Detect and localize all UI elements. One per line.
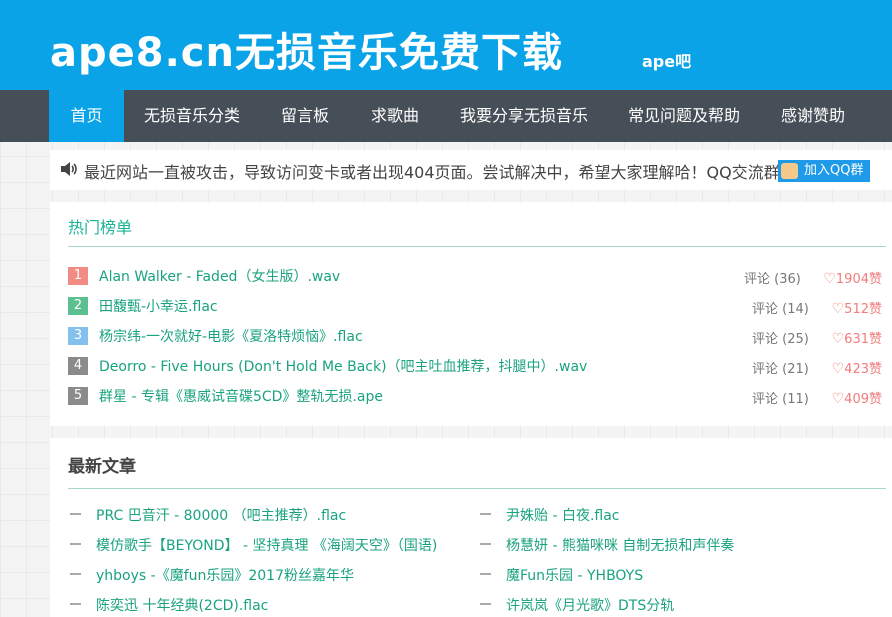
nav-item-share[interactable]: 我要分享无损音乐	[440, 90, 608, 142]
notice-bar: 最近网站一直被攻击，导致访问变卡或者出现404页面。尝试解决中，希望大家理解哈！…	[50, 150, 892, 190]
like-button[interactable]: ♡423赞	[832, 358, 882, 377]
comment-count[interactable]: 评论 (11)	[752, 388, 809, 407]
hot-list-panel: 热门榜单 1 Alan Walker - Faded（女生版）.wav 评论 (…	[50, 202, 892, 426]
heart-icon: ♡	[831, 361, 845, 377]
hot-song-link[interactable]: 群星 - 专辑《惠威试音碟5CD》整轨无损.ape	[99, 386, 383, 406]
like-count: 631赞	[844, 332, 882, 347]
comment-count[interactable]: 评论 (21)	[752, 358, 809, 377]
site-header: ape8.cn无损音乐免费下载 ape吧	[0, 0, 892, 90]
dash-icon	[70, 513, 81, 515]
rank-badge: 4	[68, 357, 88, 375]
hot-row: 2 田馥甄-小幸运.flac 评论 (14) ♡512赞	[68, 295, 882, 317]
hot-song-link[interactable]: Deorro - Five Hours (Don't Hold Me Back)…	[99, 356, 587, 376]
article-link[interactable]: 许岚岚《月光歌》DTS分轨	[506, 595, 674, 615]
like-count: 512赞	[844, 302, 882, 317]
speaker-icon	[61, 162, 77, 176]
hot-song-link[interactable]: Alan Walker - Faded（女生版）.wav	[99, 266, 340, 286]
comment-count[interactable]: 评论 (36)	[744, 268, 801, 287]
latest-articles-panel: 最新文章 PRC 巴音汗 - 80000 （吧主推荐）.flac 模仿歌手【BE…	[50, 438, 892, 617]
comment-count[interactable]: 评论 (14)	[752, 298, 809, 317]
article-link[interactable]: 杨慧妍 - 熊猫咪咪 自制无损和声伴奏	[506, 535, 734, 555]
rank-badge: 2	[68, 297, 88, 315]
article-link[interactable]: PRC 巴音汗 - 80000 （吧主推荐）.flac	[96, 505, 346, 525]
latest-articles-title: 最新文章	[68, 457, 136, 477]
qq-group-icon	[781, 163, 798, 179]
join-qq-label: 加入QQ群	[804, 163, 864, 178]
hot-row: 3 杨宗纬-一次就好-电影《夏洛特烦恼》.flac 评论 (25) ♡631赞	[68, 325, 882, 347]
heart-icon: ♡	[831, 331, 845, 347]
nav-item-home[interactable]: 首页	[49, 90, 124, 142]
rank-badge: 5	[68, 387, 88, 405]
nav-item-categories[interactable]: 无损音乐分类	[124, 90, 260, 142]
like-count: 1904赞	[835, 272, 882, 287]
heart-icon: ♡	[831, 301, 845, 317]
nav-item-request[interactable]: 求歌曲	[350, 90, 440, 142]
dash-icon	[70, 543, 81, 545]
like-button[interactable]: ♡512赞	[832, 298, 882, 317]
site-title[interactable]: ape8.cn无损音乐免费下载	[50, 20, 563, 78]
hot-row: 5 群星 - 专辑《惠威试音碟5CD》整轨无损.ape 评论 (11) ♡409…	[68, 385, 882, 407]
article-link[interactable]: 尹姝贻 - 白夜.flac	[506, 505, 620, 525]
dash-icon	[480, 603, 491, 605]
article-link[interactable]: yhboys -《魔fun乐园》2017粉丝嘉年华	[96, 565, 354, 585]
latest-divider	[68, 488, 886, 489]
dash-icon	[480, 573, 491, 575]
hot-row: 1 Alan Walker - Faded（女生版）.wav 评论 (36) ♡…	[68, 265, 882, 287]
hot-song-link[interactable]: 杨宗纬-一次就好-电影《夏洛特烦恼》.flac	[99, 326, 363, 346]
dash-icon	[480, 543, 491, 545]
dash-icon	[70, 603, 81, 605]
nav-item-guestbook[interactable]: 留言板	[260, 90, 350, 142]
nav-item-donate[interactable]: 感谢赞助	[760, 90, 866, 142]
hot-divider	[68, 246, 886, 247]
article-link[interactable]: 陈奕迅 十年经典(2CD).flac	[96, 595, 268, 615]
main-nav: 首页 无损音乐分类 留言板 求歌曲 我要分享无损音乐 常见问题及帮助 感谢赞助	[0, 90, 892, 142]
nav-item-faq[interactable]: 常见问题及帮助	[608, 90, 760, 142]
heart-icon: ♡	[831, 391, 845, 407]
heart-icon: ♡	[823, 271, 836, 287]
join-qq-button[interactable]: 加入QQ群	[778, 160, 870, 182]
article-link[interactable]: 模仿歌手【BEYOND】 - 坚持真理 《海阔天空》（国语)	[96, 535, 437, 555]
like-button[interactable]: ♡409赞	[832, 388, 882, 407]
rank-badge: 1	[68, 267, 88, 285]
like-count: 423赞	[844, 362, 882, 377]
like-button[interactable]: ♡1904赞	[823, 268, 882, 287]
hot-list-title: 热门榜单	[68, 218, 133, 237]
article-link[interactable]: 魔Fun乐园 - YHBOYS	[506, 565, 643, 585]
comment-count[interactable]: 评论 (25)	[752, 328, 809, 347]
dash-icon	[70, 573, 81, 575]
like-count: 409赞	[844, 392, 882, 407]
like-button[interactable]: ♡631赞	[832, 328, 882, 347]
notice-text: 最近网站一直被攻击，导致访问变卡或者出现404页面。尝试解决中，希望大家理解哈！…	[84, 163, 780, 182]
hot-row: 4 Deorro - Five Hours (Don't Hold Me Bac…	[68, 355, 882, 377]
dash-icon	[480, 513, 491, 515]
rank-badge: 3	[68, 327, 88, 345]
site-subtitle: ape吧	[642, 52, 692, 71]
hot-song-link[interactable]: 田馥甄-小幸运.flac	[99, 296, 218, 316]
